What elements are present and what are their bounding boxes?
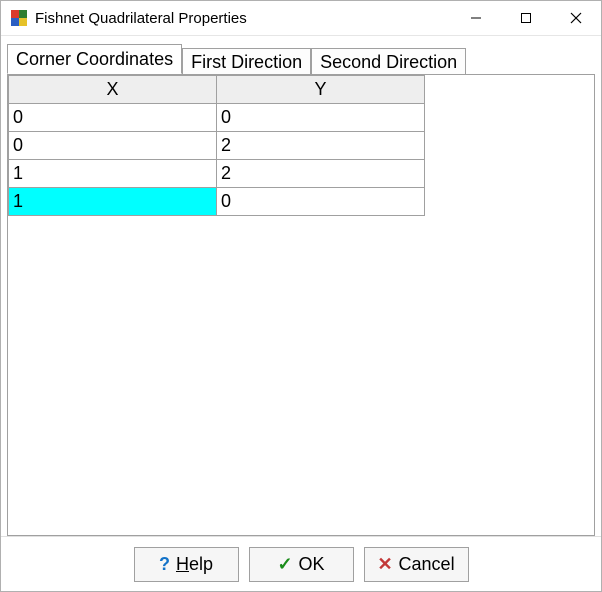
- button-bar: ? Help ✓ OK ✕ Cancel: [1, 536, 601, 591]
- window-controls: [451, 1, 601, 35]
- maximize-button[interactable]: [501, 1, 551, 35]
- question-icon: ?: [159, 555, 170, 573]
- cell-x[interactable]: 1: [9, 160, 217, 188]
- table-row: 1 0: [9, 188, 425, 216]
- cell-y[interactable]: 0: [217, 104, 425, 132]
- client-area: Corner Coordinates First Direction Secon…: [1, 36, 601, 536]
- app-icon: [9, 8, 29, 28]
- cell-y[interactable]: 2: [217, 132, 425, 160]
- cell-y[interactable]: 2: [217, 160, 425, 188]
- tabstrip: Corner Coordinates First Direction Secon…: [7, 42, 595, 74]
- cell-x[interactable]: 1: [9, 188, 217, 216]
- tab-first-direction[interactable]: First Direction: [182, 48, 311, 75]
- cross-icon: ✕: [377, 555, 392, 573]
- close-button[interactable]: [551, 1, 601, 35]
- titlebar: Fishnet Quadrilateral Properties: [1, 1, 601, 36]
- tab-corner-coordinates[interactable]: Corner Coordinates: [7, 44, 182, 74]
- column-header-y[interactable]: Y: [217, 76, 425, 104]
- tab-page: X Y 0 0 0 2 1 2: [7, 74, 595, 536]
- tab-label: Second Direction: [320, 52, 457, 73]
- cell-x[interactable]: 0: [9, 104, 217, 132]
- tab-label: First Direction: [191, 52, 302, 73]
- minimize-button[interactable]: [451, 1, 501, 35]
- tab-label: Corner Coordinates: [16, 49, 173, 70]
- coordinates-grid[interactable]: X Y 0 0 0 2 1 2: [8, 75, 425, 216]
- cancel-button-label: Cancel: [399, 554, 455, 575]
- dialog-window: Fishnet Quadrilateral Properties Corner …: [0, 0, 602, 592]
- cancel-button[interactable]: ✕ Cancel: [364, 547, 469, 582]
- cell-y[interactable]: 0: [217, 188, 425, 216]
- help-button-label: Help: [176, 554, 213, 575]
- tab-second-direction[interactable]: Second Direction: [311, 48, 466, 75]
- check-icon: ✓: [277, 555, 292, 573]
- cell-x[interactable]: 0: [9, 132, 217, 160]
- table-row: 0 0: [9, 104, 425, 132]
- ok-button[interactable]: ✓ OK: [249, 547, 354, 582]
- help-button[interactable]: ? Help: [134, 547, 239, 582]
- window-title: Fishnet Quadrilateral Properties: [35, 10, 247, 27]
- table-row: 1 2: [9, 160, 425, 188]
- ok-button-label: OK: [299, 554, 325, 575]
- column-header-x[interactable]: X: [9, 76, 217, 104]
- table-row: 0 2: [9, 132, 425, 160]
